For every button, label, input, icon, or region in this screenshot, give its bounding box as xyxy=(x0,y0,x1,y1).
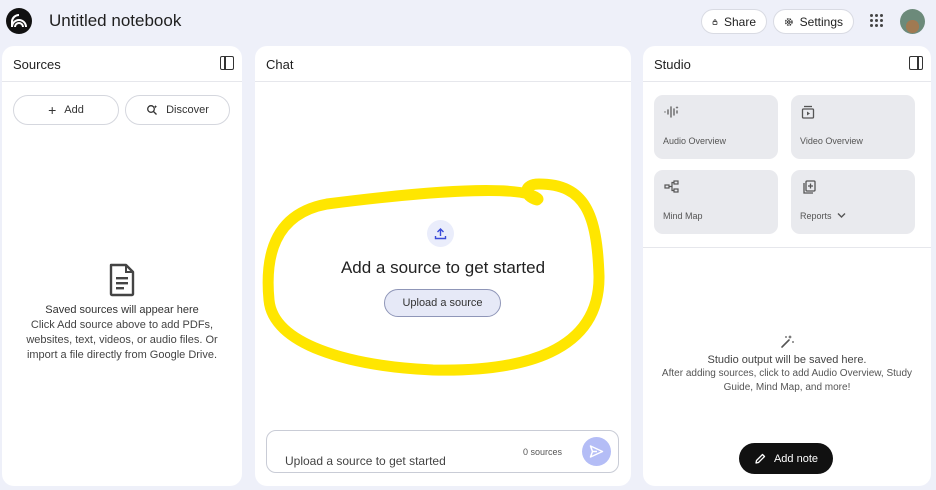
discover-search-icon xyxy=(147,105,158,115)
add-note-label: Add note xyxy=(773,452,819,465)
sources-header: Sources xyxy=(2,46,242,82)
sources-empty-state: Saved sources will appear here Click Add… xyxy=(10,303,234,363)
settings-button[interactable]: Settings xyxy=(773,9,854,34)
notebooklm-logo-icon[interactable] xyxy=(6,8,32,34)
send-button[interactable] xyxy=(582,437,611,466)
share-label: Share xyxy=(723,14,756,29)
source-count: 0 sources xyxy=(523,447,563,457)
studio-empty-state: Studio output will be saved here. After … xyxy=(651,353,923,395)
document-icon xyxy=(109,263,135,297)
plus-icon: + xyxy=(48,102,57,118)
sources-empty-body: Click Add source above to add PDFs, webs… xyxy=(26,319,218,361)
add-note-button[interactable]: Add note xyxy=(739,443,833,474)
notebook-title[interactable]: Untitled notebook xyxy=(49,11,181,31)
collapse-panel-icon[interactable] xyxy=(220,56,234,70)
studio-empty-heading: Studio output will be saved here. xyxy=(707,354,867,366)
share-button[interactable]: Share xyxy=(701,9,767,34)
tile-label: Audio Overview xyxy=(663,136,727,146)
chevron-down-icon[interactable] xyxy=(837,212,846,219)
gear-icon xyxy=(784,17,793,26)
audio-waveform-icon xyxy=(664,106,679,118)
upload-icon xyxy=(427,220,454,247)
divider xyxy=(643,247,931,248)
chat-input-placeholder: Upload a source to get started xyxy=(285,454,446,468)
settings-label: Settings xyxy=(799,14,843,29)
pencil-icon xyxy=(755,453,766,464)
avatar[interactable] xyxy=(900,9,925,34)
add-source-button[interactable]: + Add xyxy=(13,95,119,125)
sources-empty-heading: Saved sources will appear here xyxy=(45,304,199,316)
tile-mind-map[interactable]: Mind Map xyxy=(654,170,778,234)
mind-map-icon xyxy=(664,180,679,193)
studio-header: Studio xyxy=(643,46,931,82)
tile-reports[interactable]: Reports xyxy=(791,170,915,234)
tile-label: Mind Map xyxy=(663,211,703,221)
tile-video-overview[interactable]: Video Overview xyxy=(791,95,915,159)
lock-icon xyxy=(712,18,718,25)
reports-label: Reports xyxy=(800,211,832,221)
top-bar: Untitled notebook Share Settings xyxy=(0,0,936,44)
apps-grid-icon[interactable] xyxy=(870,14,884,28)
add-label: Add xyxy=(64,104,84,116)
video-icon xyxy=(801,105,815,119)
send-icon xyxy=(589,445,604,458)
studio-panel: Studio Audio Overview Video Overview Min… xyxy=(643,46,931,486)
upload-source-button[interactable]: Upload a source xyxy=(384,289,501,317)
chat-empty-heading: Add a source to get started xyxy=(340,258,546,277)
reports-icon xyxy=(803,180,816,194)
sources-panel: Sources + Add Discover Saved sources wil… xyxy=(2,46,242,486)
tile-label: Video Overview xyxy=(800,136,863,146)
tile-audio-overview[interactable]: Audio Overview xyxy=(654,95,778,159)
tile-label: Reports xyxy=(800,211,846,221)
sources-title: Sources xyxy=(13,57,61,72)
discover-label: Discover xyxy=(166,104,209,116)
magic-wand-icon xyxy=(781,335,794,348)
studio-empty-body: After adding sources, click to add Audio… xyxy=(661,368,913,393)
chat-panel: Chat Add a source to get started Upload … xyxy=(255,46,631,486)
discover-button[interactable]: Discover xyxy=(125,95,230,125)
collapse-panel-icon[interactable] xyxy=(909,56,923,70)
studio-title: Studio xyxy=(654,57,691,72)
chat-input[interactable]: Upload a source to get started 0 sources xyxy=(266,430,619,473)
